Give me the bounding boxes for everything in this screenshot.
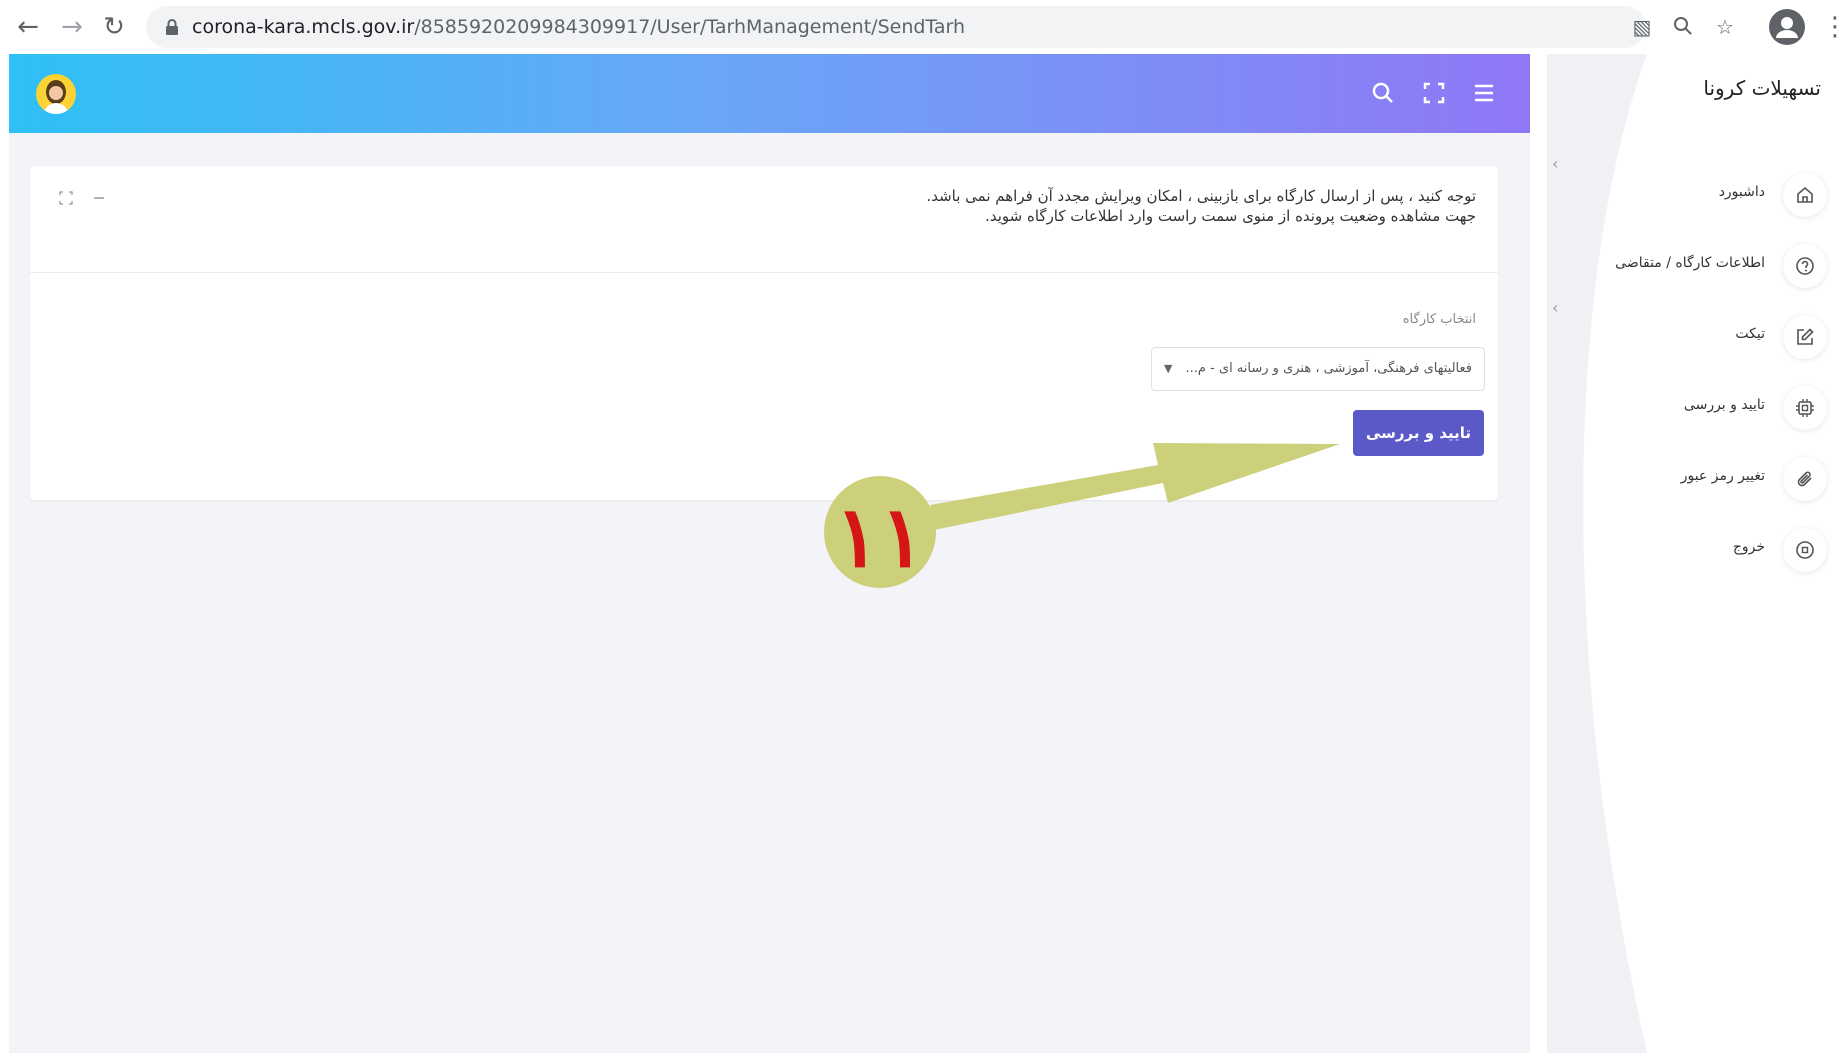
sidebar-item-dashboard[interactable]: داشبورد	[1597, 170, 1827, 220]
zoom-icon[interactable]	[1672, 16, 1694, 38]
sidebar-item-confirm-review[interactable]: تایید و بررسی	[1597, 383, 1827, 433]
bookmark-star-icon[interactable]: ☆	[1714, 16, 1736, 38]
sidebar-item-change-password[interactable]: تغییر رمز عبور	[1597, 454, 1827, 504]
browser-menu-icon[interactable]: ⋮	[1822, 12, 1837, 42]
sidebar: ‹ ‹ تسهیلات کرونا داشبورد اطلاعات کارگاه…	[1530, 54, 1837, 1053]
cpu-icon	[1783, 386, 1827, 430]
app-brand: تسهیلات کرونا	[1703, 76, 1821, 100]
browser-toolbar: ← → ↻ corona-kara.mcls.gov.ir/8585920209…	[0, 0, 1837, 54]
workshop-select[interactable]: فعالیتهای فرهنگی، آموزشی ، هنری و رسانه …	[1151, 347, 1485, 391]
chevron-down-icon: ▼	[1164, 362, 1173, 375]
workshop-select-label: انتخاب کارگاه	[1402, 312, 1476, 327]
profile-avatar-icon[interactable]	[1769, 9, 1805, 45]
sidebar-item-label: داشبورد	[1718, 184, 1765, 200]
edit-icon	[1783, 315, 1827, 359]
back-arrow-icon[interactable]: ←	[12, 11, 44, 43]
user-avatar[interactable]	[36, 74, 76, 114]
warning-notice: توجه کنید ، پس از ارسال کارگاه برای بازب…	[476, 186, 1476, 226]
chevron-left-icon[interactable]: ‹	[1552, 154, 1558, 173]
address-bar[interactable]: corona-kara.mcls.gov.ir/8585920209984309…	[146, 6, 1734, 48]
logout-icon	[1783, 528, 1827, 572]
paperclip-icon	[1783, 457, 1827, 501]
sidebar-item-label: تیکت	[1735, 326, 1765, 342]
fullscreen-icon[interactable]	[1419, 78, 1449, 108]
sidebar-item-label: تایید و بررسی	[1683, 397, 1765, 413]
expand-card-icon[interactable]	[58, 190, 74, 206]
translate-icon[interactable]: ▧	[1631, 16, 1653, 38]
url-text: corona-kara.mcls.gov.ir/8585920209984309…	[192, 16, 966, 38]
forward-arrow-icon[interactable]: →	[56, 11, 88, 43]
workshop-select-value: فعالیتهای فرهنگی، آموزشی ، هنری و رسانه …	[1185, 361, 1473, 376]
top-header	[9, 54, 1530, 133]
lock-icon	[166, 19, 178, 35]
collapse-card-icon[interactable]	[92, 190, 106, 206]
help-circle-icon	[1783, 244, 1827, 288]
home-icon	[1783, 173, 1827, 217]
chevron-left-icon[interactable]: ‹	[1552, 298, 1558, 317]
send-workshop-card: توجه کنید ، پس از ارسال کارگاه برای بازب…	[30, 166, 1498, 500]
sidebar-item-label: تغییر رمز عبور	[1680, 468, 1765, 484]
notice-line-2: جهت مشاهده وضعیت پرونده از منوی سمت راست…	[985, 207, 1476, 225]
card-divider	[30, 272, 1498, 273]
sidebar-item-ticket[interactable]: تیکت	[1597, 312, 1827, 362]
notice-line-1: توجه کنید ، پس از ارسال کارگاه برای بازب…	[926, 187, 1476, 205]
sidebar-item-workshop-info[interactable]: اطلاعات کارگاه / متقاضی	[1597, 241, 1827, 291]
sidebar-item-label: خروج	[1732, 539, 1765, 555]
main-content: توجه کنید ، پس از ارسال کارگاه برای بازب…	[9, 54, 1530, 1053]
sidebar-item-label: اطلاعات کارگاه / متقاضی	[1615, 255, 1765, 271]
search-icon[interactable]	[1368, 78, 1398, 108]
reload-icon[interactable]: ↻	[98, 11, 130, 43]
hamburger-menu-icon[interactable]	[1469, 78, 1499, 108]
confirm-review-button[interactable]: تایید و بررسی	[1353, 410, 1484, 456]
sidebar-item-logout[interactable]: خروج	[1597, 525, 1827, 575]
